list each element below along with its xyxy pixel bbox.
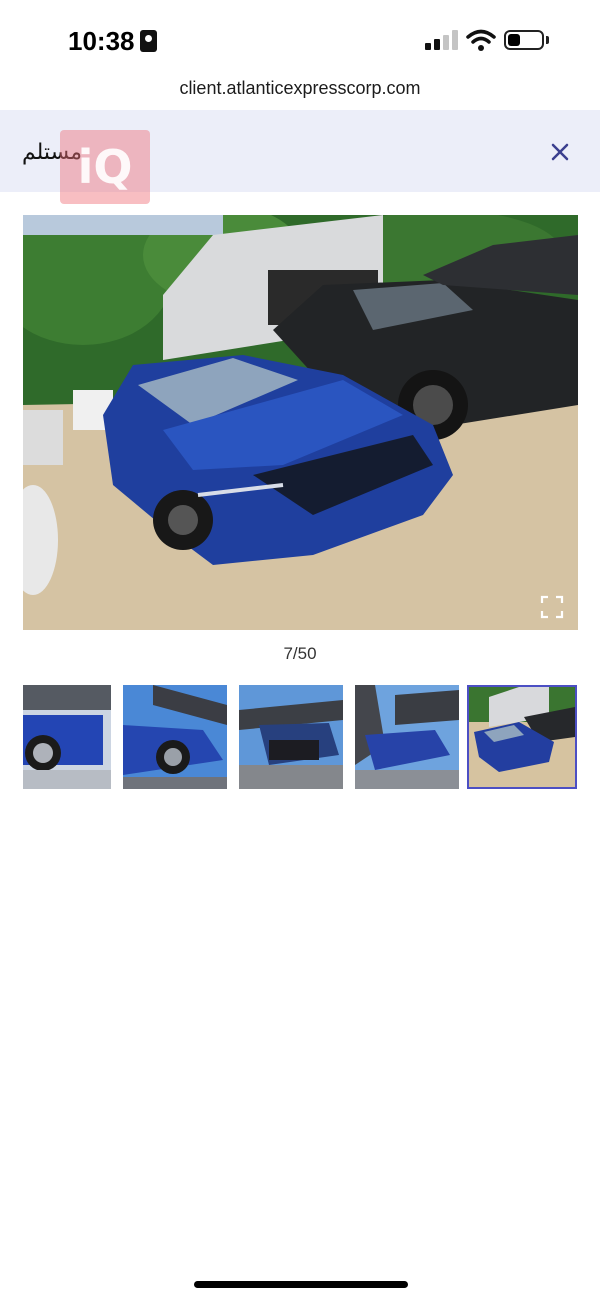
thumbnail-5-selected[interactable] <box>467 685 577 789</box>
thumbnail-4[interactable] <box>355 685 459 789</box>
home-indicator[interactable] <box>194 1281 408 1288</box>
thumbnail-3[interactable] <box>239 685 343 789</box>
id-badge-icon <box>140 30 157 52</box>
url-bar[interactable]: client.atlanticexpresscorp.com <box>0 78 600 108</box>
thumbnail-2[interactable] <box>123 685 227 789</box>
photo-counter: 7/50 <box>283 644 317 663</box>
expand-icon[interactable] <box>540 595 564 619</box>
main-photo[interactable] <box>23 215 578 630</box>
battery-nub <box>546 36 549 44</box>
damaged-car-photo <box>23 215 578 630</box>
thumbnail-1[interactable] <box>23 685 111 789</box>
watermark-logo: iQ <box>60 130 150 204</box>
close-icon[interactable] <box>546 138 574 166</box>
wifi-icon <box>466 29 496 51</box>
status-time: 10:38 <box>68 26 135 56</box>
signal-icon <box>425 30 458 50</box>
status-bar: 10:38 <box>0 0 600 80</box>
header: مستلم iQ <box>0 110 600 204</box>
battery-icon <box>504 30 544 50</box>
